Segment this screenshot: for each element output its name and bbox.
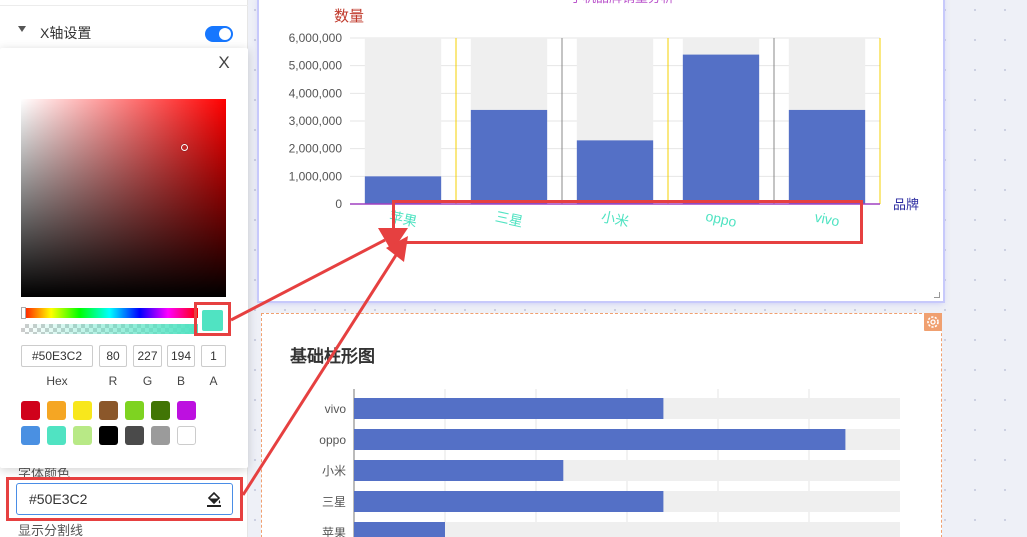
- b-field[interactable]: 194: [167, 345, 195, 367]
- collapse-caret-icon[interactable]: [18, 26, 26, 32]
- preset-swatch[interactable]: [125, 401, 144, 420]
- y-axis-label: 数量: [334, 8, 364, 25]
- annotation-box-input: [6, 477, 243, 521]
- a-field[interactable]: 1: [201, 345, 226, 367]
- bar[interactable]: [354, 522, 445, 537]
- g-field[interactable]: 227: [133, 345, 162, 367]
- panel-top-edge: [0, 0, 248, 6]
- bar-chart: 手机品牌销量分析数量 0 1,000,000 2,000,000 3,000,000 4,…: [289, 0, 919, 230]
- y-tick-label: 4,000,000: [289, 86, 343, 100]
- preset-swatch[interactable]: [177, 401, 196, 420]
- y-tick-label: 0: [335, 197, 342, 211]
- sv-cursor[interactable]: [181, 144, 188, 151]
- y-tick-label: 5,000,000: [289, 59, 343, 73]
- hex-field[interactable]: #50E3C2: [21, 345, 93, 367]
- bar[interactable]: [576, 140, 654, 204]
- hue-slider[interactable]: [21, 307, 198, 319]
- preset-swatch[interactable]: [177, 426, 196, 445]
- x-axis-label: 品牌: [893, 197, 919, 212]
- y-tick-label: 苹果: [322, 526, 346, 537]
- preset-swatch[interactable]: [151, 401, 170, 420]
- y-tick-label: vivo: [325, 402, 347, 416]
- toggle-knob: [219, 28, 231, 40]
- preset-swatch[interactable]: [125, 426, 144, 445]
- y-tick-label: 6,000,000: [289, 31, 343, 45]
- r-label: R: [108, 374, 118, 388]
- alpha-slider[interactable]: [21, 324, 198, 334]
- a-label: A: [209, 374, 218, 388]
- preset-swatch[interactable]: [73, 401, 92, 420]
- bar-chart-card[interactable]: 手机品牌销量分析数量 0 1,000,000 2,000,000 3,000,000 4,…: [259, 0, 943, 301]
- resize-handle-icon[interactable]: [934, 292, 940, 298]
- saturation-value-area[interactable]: [21, 99, 226, 297]
- preset-swatch[interactable]: [47, 426, 66, 445]
- horizontal-bar-chart: vivo oppo 小米三星苹果: [319, 389, 900, 537]
- bar[interactable]: [470, 109, 548, 204]
- g-label: G: [142, 374, 153, 388]
- gear-icon[interactable]: [924, 313, 942, 331]
- xaxis-settings-row[interactable]: X轴设置: [0, 14, 248, 50]
- bar[interactable]: [682, 54, 760, 204]
- annotation-box-labels: [392, 200, 863, 244]
- y-tick-label: oppo: [319, 433, 346, 447]
- split-line-label: 显示分割线: [18, 523, 84, 537]
- preset-swatch[interactable]: [21, 401, 40, 420]
- hex-label: Hex: [46, 374, 68, 388]
- chart-title: 手机品牌销量分析: [570, 0, 674, 5]
- r-field[interactable]: 80: [99, 345, 127, 367]
- close-icon[interactable]: X: [216, 54, 232, 72]
- preset-swatch[interactable]: [73, 426, 92, 445]
- y-tick-label: 小米: [322, 464, 346, 478]
- preset-swatch[interactable]: [99, 426, 118, 445]
- hue-slider-handle[interactable]: [21, 307, 26, 319]
- preset-swatch[interactable]: [47, 401, 66, 420]
- bar[interactable]: [788, 109, 866, 204]
- xaxis-toggle[interactable]: [205, 26, 233, 42]
- bar[interactable]: [354, 491, 664, 512]
- y-tick-label: 1,000,000: [289, 169, 343, 183]
- bar[interactable]: [354, 429, 846, 450]
- y-tick-label: 3,000,000: [289, 114, 343, 128]
- preset-swatch[interactable]: [99, 401, 118, 420]
- b-label: B: [176, 374, 185, 388]
- y-tick-label: 三星: [322, 495, 346, 509]
- bar[interactable]: [354, 460, 564, 481]
- xaxis-settings-label: X轴设置: [40, 25, 92, 41]
- basic-bar-chart-card[interactable]: 基础柱形图 vivo oppo 小米 三星 苹果: [261, 313, 942, 537]
- annotation-box-swatch: [194, 302, 231, 336]
- bar[interactable]: [354, 398, 664, 419]
- preset-swatch[interactable]: [151, 426, 170, 445]
- y-tick-label: 2,000,000: [289, 142, 343, 156]
- color-picker-popup: X #50E3C2 80 227 194 1 Hex R G B A: [0, 48, 248, 468]
- preset-swatch[interactable]: [21, 426, 40, 445]
